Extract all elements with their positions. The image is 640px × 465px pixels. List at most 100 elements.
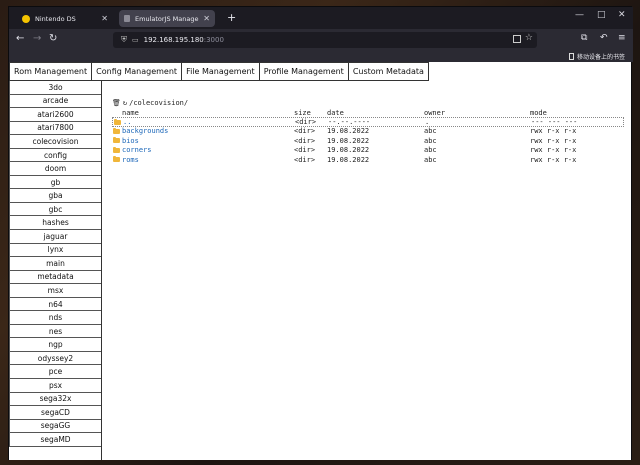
table-row[interactable]: backgrounds <dir> 19.08.2022 abc rwx r-x… (112, 127, 624, 136)
sidebar-item-config[interactable]: config (9, 148, 101, 163)
tab-nintendo-ds[interactable]: Nintendo DS ✕ (17, 10, 113, 27)
sidebar-item-colecovision[interactable]: colecovision (9, 135, 101, 149)
page-content: Rom Management Config Management File Ma… (9, 62, 631, 460)
trash-icon[interactable]: 🗑 (112, 99, 121, 107)
sidebar-item-gbc[interactable]: gbc (9, 202, 101, 217)
sidebar-item-sega32x[interactable]: sega32x (9, 392, 101, 407)
sidebar-item-arcade[interactable]: arcade (9, 94, 101, 109)
file-owner: abc (424, 155, 437, 164)
sidebar-item-nds[interactable]: nds (9, 311, 101, 325)
tab-title: Nintendo DS (35, 14, 76, 23)
file-name[interactable]: backgrounds (122, 127, 168, 135)
sidebar-item-gb[interactable]: gb (9, 175, 101, 190)
new-tab-button[interactable]: + (227, 11, 236, 24)
sidebar-item-ngp[interactable]: ngp (9, 338, 101, 352)
column-mode-header[interactable]: mode (530, 109, 547, 117)
bookmark-star-icon[interactable]: ☆ (525, 33, 533, 43)
qr-code-icon[interactable] (513, 35, 521, 43)
reload-button[interactable]: ↻ (49, 33, 57, 44)
current-path: /colecovision/ (129, 99, 189, 107)
file-mode: rwx r-x r-x (530, 136, 577, 145)
file-name[interactable]: .. (123, 118, 131, 126)
tab-custom-metadata[interactable]: Custom Metadata (347, 62, 429, 81)
tab-title: EmulatorJS Manager (135, 14, 200, 23)
folder-icon (113, 137, 120, 144)
extensions-icon[interactable]: ⧉ (581, 33, 587, 43)
table-row[interactable]: corners <dir> 19.08.2022 abc rwx r-x r-x (112, 146, 624, 155)
watermark: 什么值得买 (552, 438, 628, 456)
browser-window: Nintendo DS ✕ EmulatorJS Manager ✕ + — □… (8, 6, 633, 460)
sidebar-item-jaguar[interactable]: jaguar (9, 230, 101, 244)
table-row[interactable]: bios <dir> 19.08.2022 abc rwx r-x r-x (112, 136, 624, 145)
sidebar-item-doom[interactable]: doom (9, 162, 101, 176)
bookmarks-toolbar: 移动设备上的书签 (9, 51, 633, 62)
sidebar-item-psx[interactable]: psx (9, 379, 101, 393)
back-button[interactable]: ← (16, 33, 24, 44)
sidebar-item-pce[interactable]: pce (9, 365, 101, 380)
sidebar-item-segacd[interactable]: segaCD (9, 406, 101, 420)
column-size-header[interactable]: size (294, 109, 311, 117)
page-info-icon[interactable]: ▭ (132, 36, 139, 44)
sidebar-item-segagg[interactable]: segaGG (9, 419, 101, 434)
sidebar-item-metadata[interactable]: metadata (9, 270, 101, 285)
column-date-header[interactable]: date (327, 109, 344, 117)
file-mode: rwx r-x r-x (530, 146, 577, 155)
tab-emulatorjs-manager[interactable]: EmulatorJS Manager ✕ (119, 10, 215, 27)
file-owner: . (425, 118, 430, 127)
tab-rom-management[interactable]: Rom Management (9, 62, 92, 81)
table-row[interactable]: roms <dir> 19.08.2022 abc rwx r-x r-x (112, 155, 624, 164)
folder-icon (113, 155, 120, 162)
maximize-button[interactable]: □ (597, 10, 606, 20)
tab-profile-management[interactable]: Profile Management (258, 62, 348, 81)
sidebar-item-msx[interactable]: msx (9, 284, 101, 298)
url-host: 192.168.195.180 (143, 36, 204, 44)
file-date: 19.08.2022 (327, 155, 370, 164)
column-owner-header[interactable]: owner (424, 109, 445, 117)
sidebar-item-odyssey2[interactable]: odyssey2 (9, 351, 101, 366)
file-name[interactable]: bios (122, 137, 139, 145)
menu-icon[interactable]: ≡ (618, 33, 626, 43)
tab-file-management[interactable]: File Management (181, 62, 259, 81)
file-browser: 🗑 ↻ /colecovision/ name size date owner … (112, 98, 624, 164)
file-browser-panel: 🗑 ↻ /colecovision/ name size date owner … (102, 81, 631, 460)
mobile-device-icon (568, 53, 574, 60)
file-size: <dir> (294, 146, 316, 155)
navigation-toolbar: ← → ↻ ⛨ ▭ 192.168.195.180:3000 ☆ ⧉ ↶ ≡ (9, 29, 633, 51)
sidebar-item-3do[interactable]: 3do (9, 81, 101, 95)
close-icon[interactable]: ✕ (203, 14, 210, 23)
sidebar-item-atari2600[interactable]: atari2600 (9, 108, 101, 122)
sidebar-item-atari7800[interactable]: atari7800 (9, 121, 101, 136)
file-mode: rwx r-x r-x (530, 155, 577, 164)
file-owner: abc (424, 146, 437, 155)
tab-config-management[interactable]: Config Management (91, 62, 182, 81)
url-bar[interactable]: ⛨ ▭ 192.168.195.180:3000 ☆ (113, 32, 537, 48)
path-row: 🗑 ↻ /colecovision/ (112, 98, 624, 108)
mobile-bookmarks[interactable]: 移动设备上的书签 (568, 52, 625, 61)
folder-icon (113, 146, 120, 153)
file-date: 19.08.2022 (327, 136, 370, 145)
sidebar-item-lynx[interactable]: lynx (9, 243, 101, 258)
sidebar-item-main[interactable]: main (9, 257, 101, 271)
sidebar-item-n64[interactable]: n64 (9, 297, 101, 312)
shield-icon: ⛨ (121, 35, 127, 44)
top-navigation: Rom Management Config Management File Ma… (9, 62, 429, 81)
file-size: <dir> (294, 127, 316, 136)
file-table-header: name size date owner mode (112, 108, 624, 117)
undo-icon[interactable]: ↶ (600, 33, 608, 43)
file-owner: abc (424, 136, 437, 145)
table-row[interactable]: .. <dir> --.--.---- . --- --- --- (112, 117, 624, 127)
folder-sidebar: 3do arcade atari2600 atari7800 colecovis… (9, 81, 102, 460)
sidebar-item-segamd[interactable]: segaMD (9, 433, 101, 447)
refresh-icon[interactable]: ↻ (123, 99, 127, 107)
file-date: 19.08.2022 (327, 146, 370, 155)
sidebar-item-nes[interactable]: nes (9, 324, 101, 339)
sidebar-item-hashes[interactable]: hashes (9, 216, 101, 231)
file-name[interactable]: roms (122, 156, 139, 164)
forward-button[interactable]: → (33, 33, 41, 44)
minimize-button[interactable]: — (575, 10, 584, 20)
close-icon[interactable]: ✕ (101, 14, 108, 23)
file-name[interactable]: corners (122, 146, 152, 154)
sidebar-item-gba[interactable]: gba (9, 189, 101, 203)
close-window-button[interactable]: ✕ (618, 10, 626, 20)
column-name-header[interactable]: name (122, 109, 139, 117)
